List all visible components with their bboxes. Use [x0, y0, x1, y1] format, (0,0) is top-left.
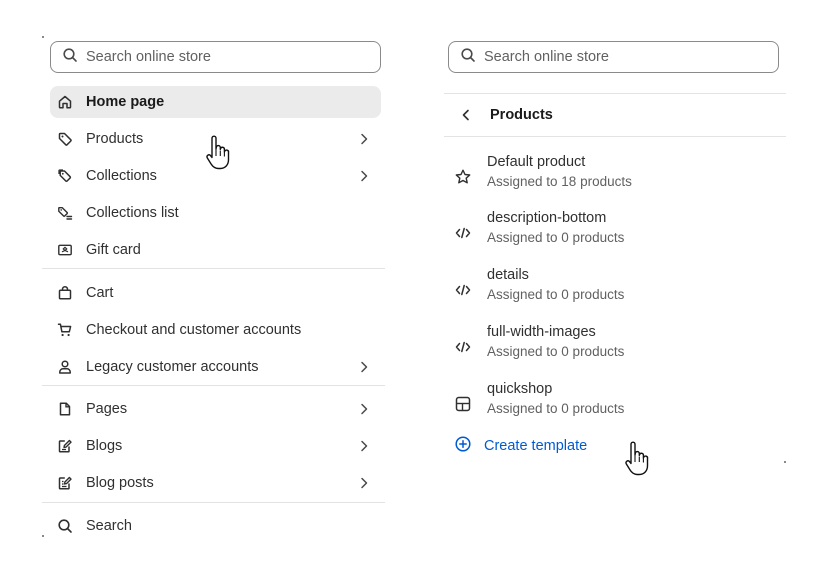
- star-icon: [454, 168, 472, 186]
- nav-item-pages[interactable]: Pages: [50, 393, 381, 425]
- nav-item-label: Blog posts: [86, 475, 154, 491]
- search-input[interactable]: Search online store: [50, 41, 381, 73]
- template-assigned: Assigned to 0 products: [487, 230, 625, 245]
- chevron-right-icon: [356, 131, 372, 147]
- panel-header: Products: [444, 93, 786, 137]
- section-divider: [42, 502, 385, 503]
- corner-mark: [42, 36, 44, 38]
- chevron-right-icon: [356, 475, 372, 491]
- template-assigned: Assigned to 0 products: [487, 344, 625, 359]
- nav-item-label: Blogs: [86, 438, 123, 454]
- hand-pointer-cursor-icon: [622, 441, 652, 484]
- template-item-details[interactable]: details Assigned to 0 products: [444, 267, 786, 313]
- search-icon: [57, 518, 73, 534]
- nav-item-label: Collections list: [86, 205, 179, 221]
- nav-item-blogs[interactable]: Blogs: [50, 430, 381, 462]
- search-icon: [449, 47, 484, 67]
- chevron-right-icon: [356, 438, 372, 454]
- corner-mark: [42, 535, 44, 537]
- template-name: Default product: [487, 154, 586, 170]
- bag-icon: [57, 285, 73, 301]
- template-item-description-bottom[interactable]: description-bottom Assigned to 0 product…: [444, 210, 786, 256]
- code-icon: [454, 224, 472, 242]
- nav-item-search[interactable]: Search: [50, 510, 381, 542]
- blog-icon: [57, 438, 73, 454]
- template-item-full-width-images[interactable]: full-width-images Assigned to 0 products: [444, 324, 786, 370]
- nav-item-gift-card[interactable]: Gift card: [50, 234, 381, 266]
- collection-tag-icon: [57, 168, 73, 184]
- nav-item-label: Legacy customer accounts: [86, 359, 259, 375]
- search-icon: [51, 47, 86, 67]
- nav-item-cart[interactable]: Cart: [50, 277, 381, 309]
- template-name: description-bottom: [487, 210, 607, 226]
- nav-item-collections-list[interactable]: Collections list: [50, 197, 381, 229]
- chevron-right-icon: [356, 401, 372, 417]
- create-template-label: Create template: [484, 438, 588, 454]
- corner-mark: [784, 461, 786, 463]
- section-divider: [42, 385, 385, 386]
- person-icon: [57, 359, 73, 375]
- template-assigned: Assigned to 0 products: [487, 287, 625, 302]
- template-assigned: Assigned to 0 products: [487, 401, 625, 416]
- hand-pointer-cursor-icon: [203, 135, 233, 178]
- nav-item-label: Checkout and customer accounts: [86, 322, 302, 338]
- tag-icon: [57, 131, 73, 147]
- search-placeholder: Search online store: [86, 49, 211, 65]
- gift-card-icon: [57, 242, 73, 258]
- nav-item-home-page[interactable]: Home page: [50, 86, 381, 118]
- template-name: details: [487, 267, 529, 283]
- chevron-right-icon: [356, 359, 372, 375]
- template-assigned: Assigned to 18 products: [487, 174, 632, 189]
- code-icon: [454, 281, 472, 299]
- section-divider: [42, 268, 385, 269]
- layout-icon: [454, 395, 472, 413]
- nav-item-label: Products: [86, 131, 144, 147]
- panel-title: Products: [490, 107, 553, 123]
- nav-item-checkout[interactable]: Checkout and customer accounts: [50, 314, 381, 346]
- nav-item-label: Home page: [86, 94, 165, 110]
- plus-circle-icon: [454, 435, 484, 457]
- code-icon: [454, 338, 472, 356]
- nav-item-label: Search: [86, 518, 132, 534]
- blog-post-icon: [57, 475, 73, 491]
- nav-item-label: Cart: [86, 285, 114, 301]
- template-item-quickshop[interactable]: quickshop Assigned to 0 products: [444, 381, 786, 427]
- nav-item-blog-posts[interactable]: Blog posts: [50, 467, 381, 499]
- template-item-default-product[interactable]: Default product Assigned to 18 products: [444, 154, 786, 200]
- search-placeholder: Search online store: [484, 49, 609, 65]
- chevron-right-icon: [356, 168, 372, 184]
- home-icon: [57, 94, 73, 110]
- chevron-left-icon[interactable]: [458, 107, 474, 123]
- nav-item-label: Collections: [86, 168, 157, 184]
- search-input[interactable]: Search online store: [448, 41, 779, 73]
- collection-list-icon: [57, 205, 73, 221]
- nav-item-label: Gift card: [86, 242, 141, 258]
- cart-icon: [57, 322, 73, 338]
- nav-item-label: Pages: [86, 401, 128, 417]
- template-name: quickshop: [487, 381, 553, 397]
- create-template-button[interactable]: Create template: [454, 435, 587, 457]
- nav-item-legacy-customer-accounts[interactable]: Legacy customer accounts: [50, 351, 381, 383]
- page-icon: [57, 401, 73, 417]
- template-name: full-width-images: [487, 324, 596, 340]
